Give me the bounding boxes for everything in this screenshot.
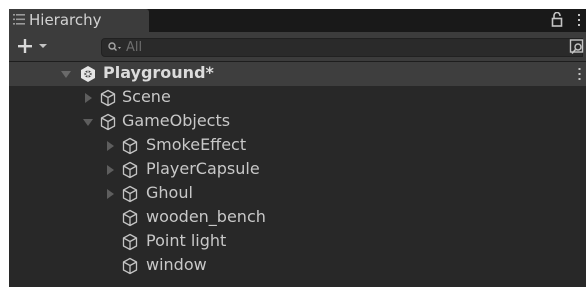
tree-row[interactable]: Point light — [9, 230, 586, 254]
add-icon — [18, 39, 47, 53]
tree-item-label: SmokeEffect — [146, 135, 247, 154]
tree-row[interactable]: GameObjects — [9, 110, 586, 134]
gameobject-cube-icon — [100, 113, 116, 131]
search-input[interactable]: All — [101, 38, 583, 57]
tree-row[interactable]: window — [9, 254, 586, 278]
tree-item-label: PlayerCapsule — [146, 159, 260, 178]
hierarchy-icon — [13, 14, 25, 25]
gameobject-cube-icon — [122, 209, 138, 227]
tree-row[interactable]: PlayerCapsule — [9, 158, 586, 182]
kebab-menu-icon[interactable] — [576, 12, 582, 27]
tree-item-label: GameObjects — [122, 111, 231, 130]
kebab-menu-icon[interactable] — [577, 67, 582, 81]
scene-search-icon[interactable] — [569, 38, 586, 57]
tree-item-label: window — [146, 255, 207, 274]
tree-item-label: wooden_bench — [146, 207, 266, 226]
gameobject-cube-icon — [122, 257, 138, 275]
collapse-arrow-icon[interactable] — [83, 116, 93, 128]
collapse-arrow-icon[interactable] — [61, 68, 71, 80]
tab-title: Hierarchy — [29, 11, 102, 29]
tab-hierarchy[interactable]: Hierarchy — [9, 9, 149, 32]
gameobject-cube-icon — [122, 185, 138, 203]
add-gameobject-button[interactable] — [15, 36, 55, 56]
tree-root-label: Playground* — [103, 63, 214, 82]
expand-arrow-icon[interactable] — [105, 164, 115, 176]
tree-row[interactable]: SmokeEffect — [9, 134, 586, 158]
gameobject-cube-icon — [100, 89, 116, 107]
expand-arrow-icon[interactable] — [105, 140, 115, 152]
gameobject-cube-icon — [122, 161, 138, 179]
gameobject-cube-icon — [122, 137, 138, 155]
tree-row[interactable]: wooden_bench — [9, 206, 586, 230]
tree-item-label: Scene — [122, 87, 171, 106]
expand-arrow-icon[interactable] — [105, 188, 115, 200]
unity-scene-icon — [81, 66, 95, 82]
hierarchy-window: Hierarchy All Playground* Scene GameObje… — [9, 9, 586, 287]
tree-row-scene-root[interactable]: Playground* — [9, 62, 586, 86]
tree-row[interactable]: Scene — [9, 86, 586, 110]
tree-row[interactable]: Ghoul — [9, 182, 586, 206]
tab-bar: Hierarchy — [9, 9, 586, 32]
lock-icon[interactable] — [551, 12, 563, 27]
search-placeholder: All — [126, 40, 143, 55]
tree-item-label: Ghoul — [146, 183, 193, 202]
tree-item-label: Point light — [146, 231, 227, 250]
dropdown-icon — [39, 44, 47, 48]
search-icon — [108, 42, 121, 51]
toolbar: All — [9, 32, 586, 62]
expand-arrow-icon[interactable] — [83, 92, 93, 104]
gameobject-cube-icon — [122, 233, 138, 251]
